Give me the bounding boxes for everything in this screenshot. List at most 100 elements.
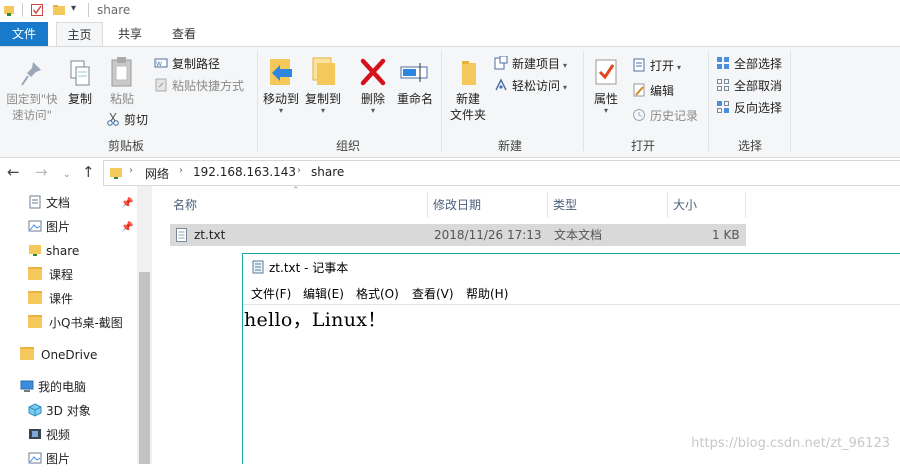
menu-format[interactable]: 格式(O)	[356, 284, 399, 304]
select-all-button[interactable]: 全部选择	[716, 55, 782, 73]
up-arrow-icon[interactable]: ↑	[82, 164, 95, 180]
new-folder-label: 新建 文件夹	[449, 92, 486, 122]
nav-label: 课件	[49, 292, 74, 306]
rename-label: 重命名	[396, 92, 433, 106]
breadcrumb-separator-icon[interactable]: ›	[179, 165, 183, 176]
nav-label: 3D 对象	[46, 404, 91, 418]
title-divider	[88, 3, 89, 17]
column-header-type[interactable]: 类型	[548, 192, 668, 218]
menu-help[interactable]: 帮助(H)	[466, 284, 508, 304]
new-group-label: 新建	[497, 139, 522, 153]
tab-share[interactable]: 共享	[110, 22, 150, 46]
breadcrumb-network[interactable]: 网络	[145, 165, 169, 182]
tab-home[interactable]: 主页	[56, 22, 103, 47]
network-folder-icon	[109, 166, 123, 183]
watermark: https://blog.csdn.net/zt_96123	[691, 436, 890, 451]
cube-3d-icon	[28, 402, 42, 417]
invert-selection-icon	[716, 100, 730, 114]
nav-item-course[interactable]: 课程	[28, 264, 73, 286]
move-to-icon	[262, 55, 300, 91]
recent-locations-chevron-icon[interactable]: ⌄	[63, 167, 71, 183]
breadcrumb-share[interactable]: share	[311, 165, 344, 179]
new-folder-button[interactable]: 新建 文件夹	[448, 55, 488, 123]
easy-access-button[interactable]: 轻松访问 ▾	[494, 77, 567, 95]
properties-dropdown-icon: ▾	[603, 106, 608, 115]
back-arrow-icon[interactable]: ←	[7, 164, 20, 180]
nav-item-onedrive[interactable]: OneDrive	[20, 344, 97, 366]
copy-label: 复制	[67, 92, 92, 106]
open-dropdown-icon: ▾	[677, 63, 682, 72]
select-none-button[interactable]: 全部取消	[716, 77, 782, 95]
new-folder-quick-icon[interactable]	[52, 3, 66, 17]
paste-button[interactable]: 粘贴	[105, 55, 139, 107]
breadcrumb-separator-icon[interactable]: ›	[129, 165, 133, 176]
address-bar[interactable]: › 网络 › 192.168.163.143 › share	[103, 160, 900, 186]
menu-edit[interactable]: 编辑(E)	[303, 284, 344, 304]
organize-group-label: 组织	[335, 139, 360, 153]
pin-quick-access-button[interactable]: 固定到"快 速访问"	[2, 59, 62, 123]
history-button[interactable]: 历史记录	[632, 107, 698, 125]
group-divider	[257, 51, 258, 151]
nav-item-share[interactable]: share	[28, 240, 79, 262]
delete-label: 删除	[360, 92, 385, 106]
paste-shortcut-button[interactable]: 粘贴快捷方式	[154, 77, 244, 95]
film-icon	[28, 426, 42, 440]
tab-file[interactable]: 文件	[0, 22, 48, 46]
edit-label: 编辑	[650, 84, 675, 98]
paste-icon	[105, 55, 139, 91]
properties-button[interactable]: 属性 ▾	[588, 55, 624, 115]
invert-selection-button[interactable]: 反向选择	[716, 99, 782, 117]
notepad-content: hello，Linux！	[244, 309, 387, 331]
nav-item-3d-objects[interactable]: 3D 对象	[28, 400, 91, 422]
explorer-icon	[2, 3, 16, 17]
pin-icon[interactable]: 📌	[121, 222, 133, 233]
copy-icon	[64, 59, 96, 91]
nav-item-videos[interactable]: 视频	[28, 424, 70, 446]
nav-label: 文档	[46, 196, 71, 210]
open-button[interactable]: 打开 ▾	[632, 57, 681, 75]
customize-quick-access-icon[interactable]: ▾	[71, 3, 85, 17]
select-all-icon	[716, 56, 730, 70]
file-type: 文本文档	[554, 228, 603, 242]
forward-arrow-icon[interactable]: →	[35, 164, 48, 180]
table-row[interactable]: zt.txt 2018/11/26 17:13 文本文档 1 KB	[170, 224, 746, 246]
nav-pane-scrollbar[interactable]	[137, 186, 152, 464]
copy-to-button[interactable]: 复制到 ▾	[304, 55, 342, 115]
file-name[interactable]: zt.txt	[194, 224, 225, 246]
breadcrumb-host[interactable]: 192.168.163.143	[193, 165, 296, 179]
menu-view[interactable]: 查看(V)	[412, 284, 454, 304]
edit-button[interactable]: 编辑	[632, 82, 674, 100]
nav-label: 视频	[46, 428, 71, 442]
delete-button[interactable]: 删除 ▾	[357, 55, 389, 115]
new-item-button[interactable]: 新建项目 ▾	[494, 55, 567, 73]
nav-item-pictures[interactable]: 图片	[28, 216, 70, 238]
nav-label: 我的电脑	[38, 380, 87, 394]
properties-quick-icon[interactable]	[30, 3, 44, 17]
folder-icon	[20, 347, 34, 360]
paste-label: 粘贴	[109, 92, 134, 106]
column-header-modified[interactable]: 修改日期	[428, 192, 548, 218]
column-header-name[interactable]: 名称	[168, 192, 428, 218]
rename-button[interactable]: 重命名	[395, 55, 435, 107]
scrollbar-thumb[interactable]	[139, 272, 150, 464]
nav-item-documents[interactable]: 文档	[28, 192, 70, 214]
pin-icon	[2, 59, 62, 91]
computer-icon	[20, 378, 34, 392]
column-header-size[interactable]: 大小	[668, 192, 746, 218]
ribbon: 固定到"快 速访问" 复制 粘贴 W 复制路径 粘贴快捷方式 剪切 剪贴板 移动到…	[0, 46, 900, 158]
cut-button[interactable]: 剪切	[106, 111, 148, 129]
nav-item-screenshots[interactable]: 小Q书桌-截图	[28, 312, 123, 334]
notepad-window[interactable]: zt.txt - 记事本 文件(F) 编辑(E) 格式(O) 查看(V) 帮助(…	[242, 253, 900, 464]
copy-button[interactable]: 复制	[64, 59, 96, 107]
nav-label: 课程	[49, 268, 74, 282]
pin-icon[interactable]: 📌	[121, 198, 133, 209]
nav-item-courseware[interactable]: 课件	[28, 288, 73, 310]
folder-icon	[28, 291, 42, 304]
nav-item-pictures-pc[interactable]: 图片	[28, 448, 70, 470]
tab-view[interactable]: 查看	[163, 22, 205, 46]
menu-file[interactable]: 文件(F)	[251, 284, 291, 304]
nav-item-this-pc[interactable]: 我的电脑	[20, 376, 86, 398]
move-to-button[interactable]: 移动到 ▾	[262, 55, 300, 115]
breadcrumb-separator-icon[interactable]: ›	[297, 165, 301, 176]
copy-path-button[interactable]: W 复制路径	[154, 55, 220, 73]
